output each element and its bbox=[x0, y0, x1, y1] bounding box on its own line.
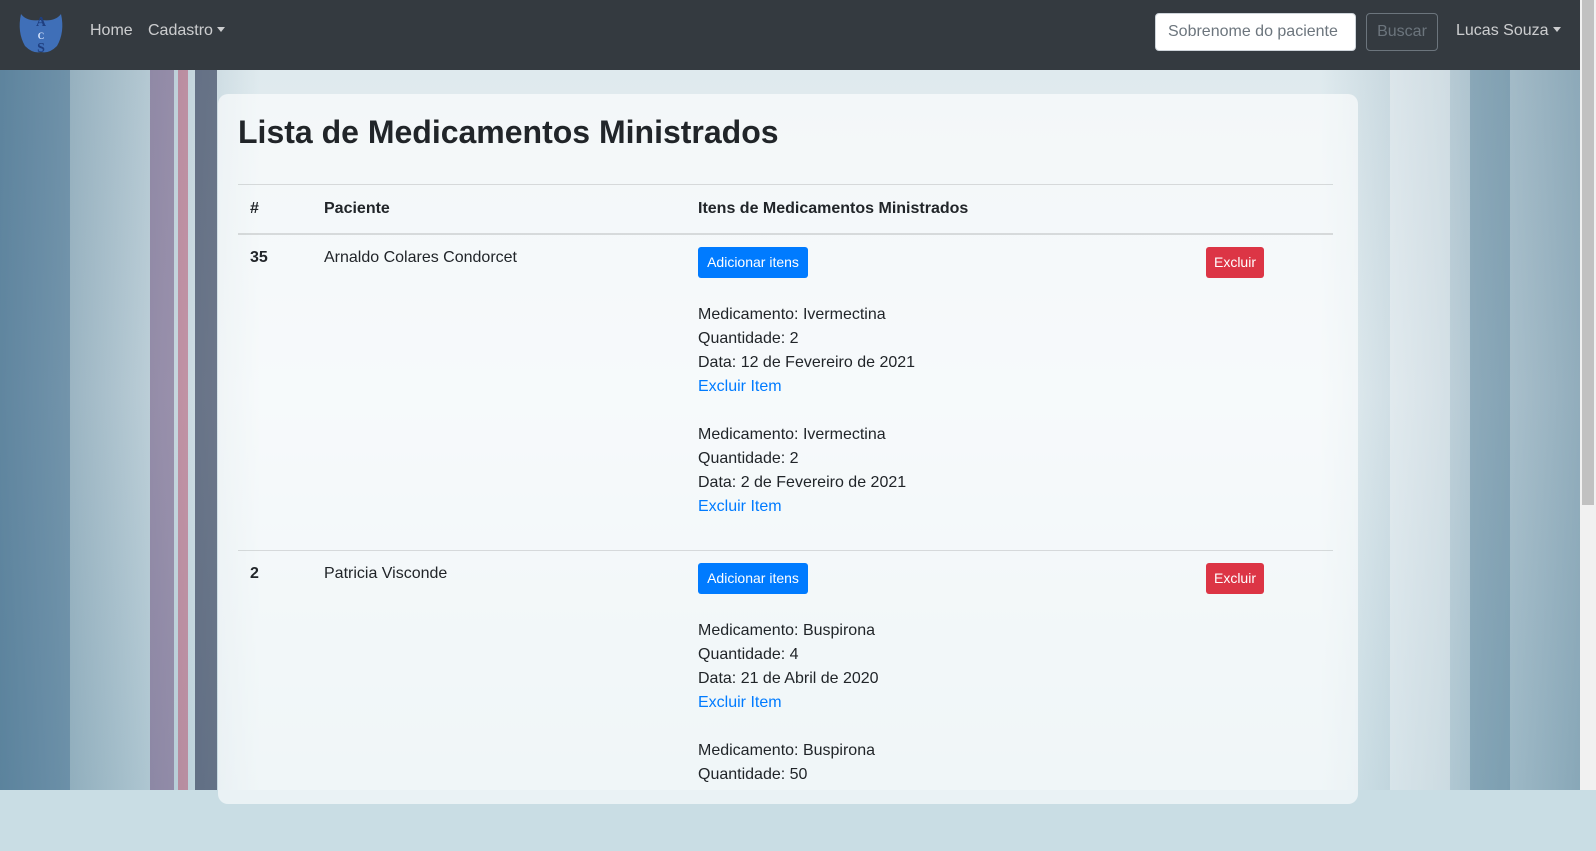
item-data: Data: 21 de Abril de 2020 bbox=[698, 670, 879, 687]
caret-down-icon bbox=[1552, 27, 1561, 32]
caret-down-icon bbox=[216, 27, 225, 32]
header-id: # bbox=[250, 200, 259, 217]
item-quantidade: Quantidade: 2 bbox=[698, 450, 799, 467]
svg-text:C: C bbox=[38, 31, 45, 41]
table-row: 35 Arnaldo Colares Condorcet Adicionar i… bbox=[238, 235, 1333, 551]
item-quantidade: Quantidade: 2 bbox=[698, 330, 799, 347]
item-medicamento: Medicamento: Ivermectina bbox=[698, 426, 886, 443]
user-name: Lucas Souza bbox=[1456, 22, 1549, 39]
table-header: # Paciente Itens de Medicamentos Ministr… bbox=[238, 184, 1333, 235]
item-data: Data: 2 de Fevereiro de 2021 bbox=[698, 474, 907, 491]
delete-button[interactable]: Excluir bbox=[1206, 247, 1264, 278]
table-row: 2 Patricia Visconde Adicionar itens Excl… bbox=[238, 551, 1333, 851]
row-id: 2 bbox=[250, 565, 259, 582]
medications-table: # Paciente Itens de Medicamentos Ministr… bbox=[238, 184, 1333, 851]
svg-text:A: A bbox=[36, 15, 47, 30]
row-paciente: Patricia Visconde bbox=[324, 565, 448, 582]
header-paciente: Paciente bbox=[324, 200, 390, 217]
scrollbar-thumb[interactable] bbox=[1582, 0, 1594, 505]
add-items-button[interactable]: Adicionar itens bbox=[698, 563, 808, 594]
nav-cadastro-label: Cadastro bbox=[148, 22, 213, 39]
search-button[interactable]: Buscar bbox=[1366, 13, 1438, 51]
list-item: Medicamento: Buspirona Quantidade: 4 Dat… bbox=[698, 619, 879, 715]
nav-home-link[interactable]: Home bbox=[90, 22, 133, 40]
content-card: Lista de Medicamentos Ministrados # Paci… bbox=[218, 94, 1358, 804]
item-quantidade: Quantidade: 50 bbox=[698, 766, 808, 783]
delete-item-link[interactable]: Excluir Item bbox=[698, 498, 782, 515]
item-data: Data: 12 de Fevereiro de 2021 bbox=[698, 354, 916, 371]
list-item: Medicamento: Ivermectina Quantidade: 2 D… bbox=[698, 423, 915, 519]
item-medicamento: Medicamento: Buspirona bbox=[698, 742, 875, 759]
list-item: Medicamento: Buspirona Quantidade: 50 bbox=[698, 739, 879, 787]
item-medicamento: Medicamento: Buspirona bbox=[698, 622, 875, 639]
add-items-button[interactable]: Adicionar itens bbox=[698, 247, 808, 278]
nav-cadastro-dropdown[interactable]: Cadastro bbox=[148, 22, 225, 40]
list-item: Medicamento: Ivermectina Quantidade: 2 D… bbox=[698, 303, 915, 399]
items-list: Medicamento: Buspirona Quantidade: 4 Dat… bbox=[698, 619, 879, 811]
item-quantidade: Quantidade: 4 bbox=[698, 646, 799, 663]
svg-text:S: S bbox=[37, 41, 45, 56]
delete-item-link[interactable]: Excluir Item bbox=[698, 378, 782, 395]
row-id: 35 bbox=[250, 249, 268, 266]
delete-button[interactable]: Excluir bbox=[1206, 563, 1264, 594]
page-scrollbar[interactable] bbox=[1580, 0, 1596, 790]
top-navbar: A C S Home Cadastro Buscar Lucas Souza bbox=[0, 0, 1580, 70]
item-medicamento: Medicamento: Ivermectina bbox=[698, 306, 886, 323]
items-list: Medicamento: Ivermectina Quantidade: 2 D… bbox=[698, 303, 915, 543]
delete-item-link[interactable]: Excluir Item bbox=[698, 694, 782, 711]
page-title: Lista de Medicamentos Ministrados bbox=[238, 114, 779, 150]
user-menu-dropdown[interactable]: Lucas Souza bbox=[1456, 22, 1561, 40]
search-input[interactable] bbox=[1155, 13, 1356, 51]
row-paciente: Arnaldo Colares Condorcet bbox=[324, 249, 517, 266]
logo-icon[interactable]: A C S bbox=[15, 8, 67, 56]
header-itens: Itens de Medicamentos Ministrados bbox=[698, 200, 969, 217]
